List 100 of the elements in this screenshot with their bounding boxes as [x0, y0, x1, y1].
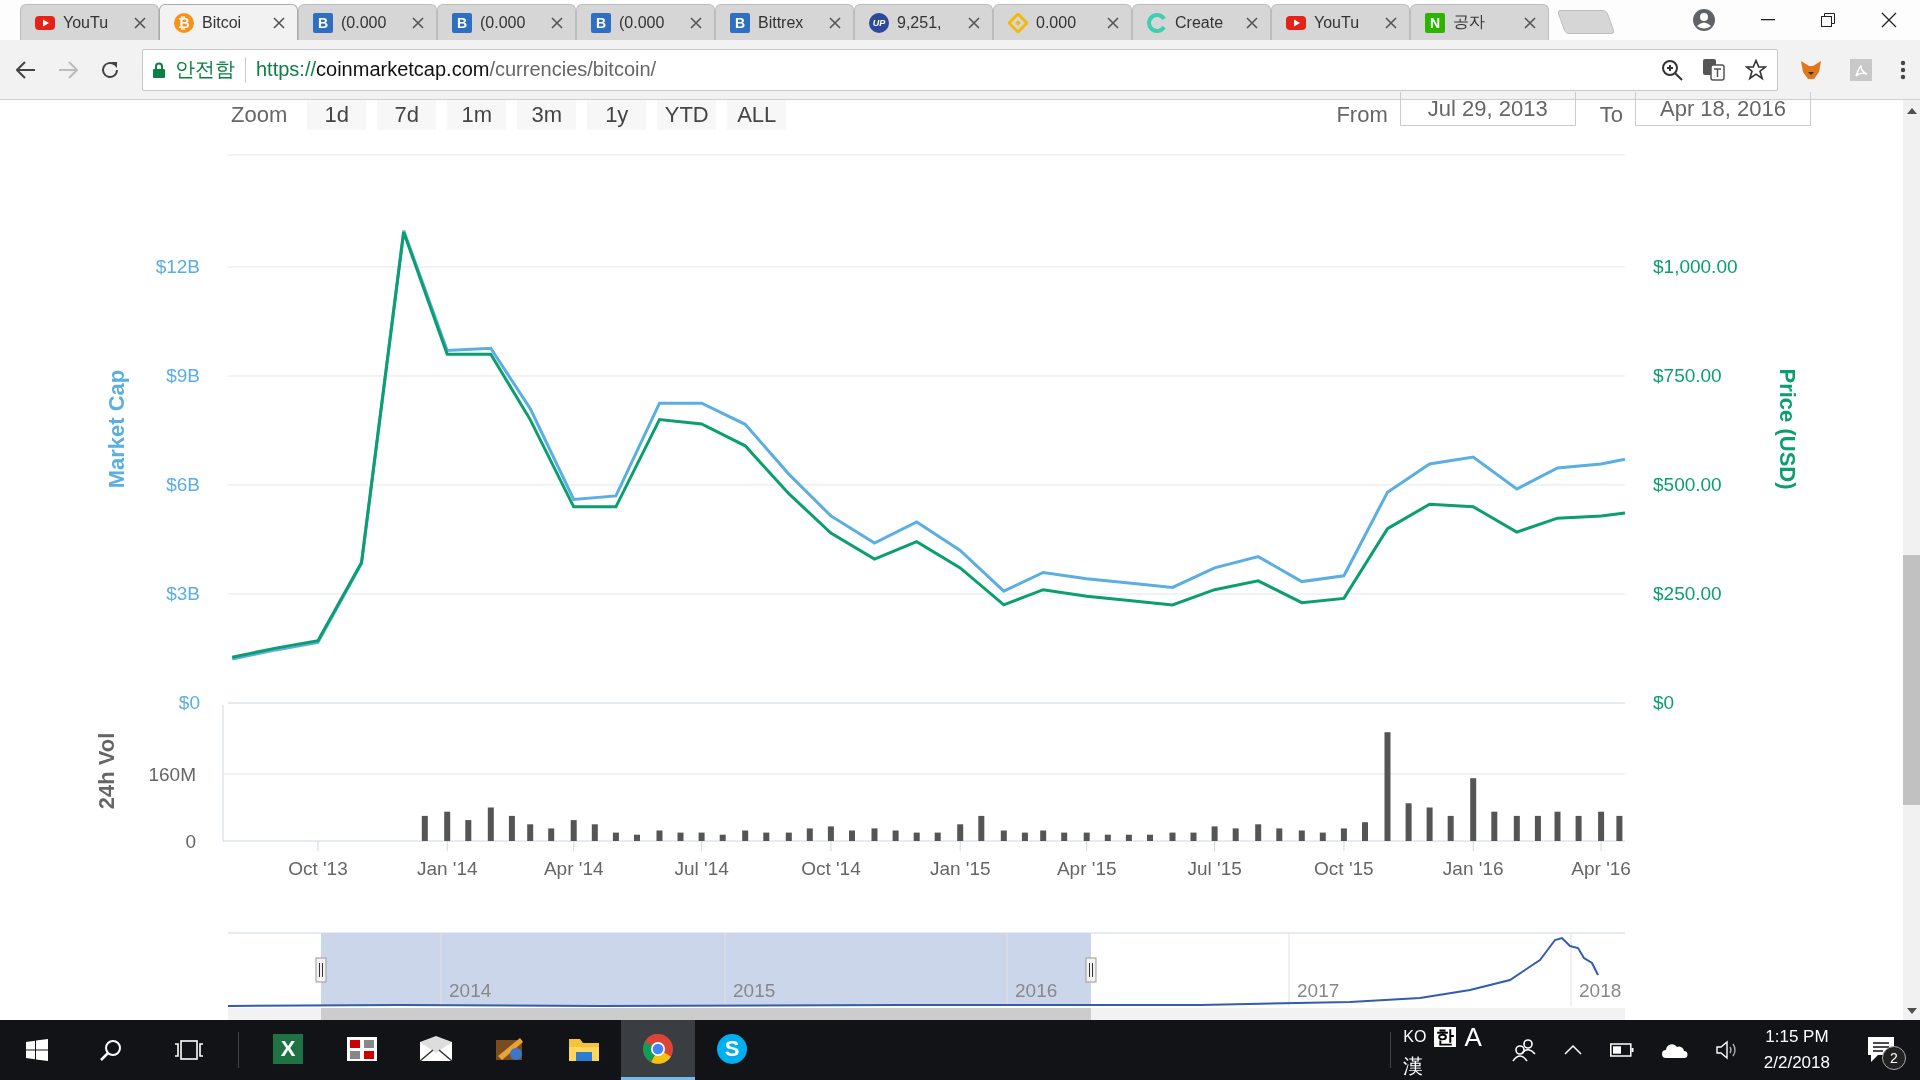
taskbar-app[interactable]: [621, 1020, 695, 1080]
volume-bar: [487, 807, 494, 841]
axis-label: 2016: [1015, 980, 1058, 1001]
axis-label: Oct '15: [1314, 858, 1374, 879]
chevron-up-icon[interactable]: [1563, 1045, 1582, 1055]
date-field[interactable]: Jul 29, 2013: [1399, 92, 1576, 126]
browser-tab[interactable]: YouTu: [1271, 4, 1410, 40]
date-field[interactable]: Apr 18, 2016: [1635, 92, 1811, 126]
axis-label: Jul '14: [674, 858, 729, 879]
up-arrow-icon[interactable]: [1906, 108, 1917, 114]
volume-bar: [1340, 828, 1347, 841]
star-icon[interactable]: [1745, 58, 1767, 81]
task-view-icon[interactable]: [174, 1039, 204, 1061]
browser-tab[interactable]: 0.000: [993, 4, 1132, 40]
down-arrow-icon[interactable]: [1906, 1008, 1917, 1014]
range-button[interactable]: 7d: [377, 100, 437, 130]
volume-bar: [1147, 834, 1153, 841]
navigator-scrollbar[interactable]: [228, 1008, 1625, 1020]
reload-icon[interactable]: [100, 59, 120, 80]
back-icon[interactable]: [16, 60, 36, 79]
letter-icon: B: [730, 12, 750, 33]
from-label: From: [1336, 102, 1388, 128]
width-mode[interactable]: A: [1464, 1024, 1482, 1050]
hanja-mode[interactable]: 漢: [1403, 1056, 1427, 1076]
browser-tab[interactable]: B (0.000: [298, 4, 437, 40]
menu-icon[interactable]: [1900, 59, 1906, 80]
spreadsheet-icon: X: [273, 1033, 303, 1064]
volume-bar: [465, 820, 472, 841]
volume-bar: [634, 834, 640, 841]
range-button[interactable]: ALL: [727, 100, 787, 130]
app-icon: [347, 1034, 377, 1063]
range-button[interactable]: 1y: [587, 100, 647, 130]
close-icon[interactable]: [273, 16, 285, 29]
volume-bar: [444, 811, 451, 841]
ring-icon: [1147, 12, 1167, 33]
lock-icon: [153, 61, 165, 78]
axis-label: Jan '15: [929, 858, 991, 879]
axis-label: $750.00: [1653, 365, 1722, 387]
browser-tab[interactable]: Create: [1132, 4, 1271, 40]
close-icon[interactable]: [1881, 12, 1897, 28]
coin-icon: ₿: [174, 12, 194, 33]
clock-time[interactable]: 1:15 PM: [1765, 1027, 1829, 1047]
browser-tab[interactable]: N 공자: [1410, 4, 1549, 40]
fox-icon[interactable]: [1800, 59, 1822, 80]
range-button[interactable]: YTD: [657, 100, 717, 130]
scrollbar[interactable]: [1903, 100, 1920, 1020]
range-handle[interactable]: [1085, 957, 1097, 983]
volume-bar: [698, 832, 705, 841]
profile-icon[interactable]: [1693, 9, 1715, 31]
zoom-icon[interactable]: [1661, 58, 1683, 81]
search-icon[interactable]: [100, 1039, 122, 1061]
volume-bar: [1405, 803, 1412, 841]
url-text: https://coinmarketcap.com/currencies/bitcoin/: [256, 58, 658, 81]
volume-bar: [719, 834, 726, 841]
browser-tab[interactable]: B (0.000: [576, 4, 715, 40]
people-icon[interactable]: [1511, 1038, 1536, 1062]
browser-tab[interactable]: YouTu: [20, 4, 159, 40]
address-field[interactable]: 안전함 https://coinmarketcap.com/currencies/bitcoin/: [142, 48, 1778, 91]
browser-tab[interactable]: ₿ Bitcoi: [159, 4, 298, 40]
volume-bar: [1513, 815, 1520, 841]
language-indicator[interactable]: KO: [1403, 1029, 1427, 1045]
axis-label: $6B: [166, 473, 200, 495]
axis-label: $1,000.00: [1653, 256, 1738, 278]
browser-icon: [642, 1032, 674, 1065]
volume-bar: [806, 828, 813, 841]
scroll-thumb[interactable]: [1903, 555, 1920, 805]
cloud-icon[interactable]: [1661, 1042, 1688, 1058]
letter-icon: B: [313, 12, 333, 33]
translate-icon[interactable]: [1703, 58, 1725, 81]
range-handle[interactable]: [315, 957, 327, 983]
video-icon: [35, 14, 55, 31]
start-icon[interactable]: [26, 1039, 48, 1061]
minimize-icon[interactable]: [1761, 19, 1775, 21]
axis-title: 24h Vol: [94, 732, 119, 810]
axis-label: Jan '14: [416, 858, 478, 879]
axis-label: $0: [1653, 692, 1675, 713]
range-button[interactable]: 1m: [447, 100, 507, 130]
range-button[interactable]: 1d: [307, 100, 367, 130]
volume-bar: [785, 832, 792, 841]
volume-bar: [1190, 832, 1197, 841]
clock-date[interactable]: 2/2/2018: [1763, 1053, 1830, 1073]
volume-bar: [508, 815, 515, 841]
taskbar-app[interactable]: X: [251, 1020, 325, 1080]
volume-bar: [1169, 832, 1176, 841]
axis-label: Jul '15: [1187, 858, 1242, 879]
axis-label: Oct '14: [801, 858, 861, 879]
battery-icon[interactable]: [1609, 1043, 1634, 1057]
volume-bar: [978, 815, 985, 841]
browser-tab[interactable]: UP 9,251,: [854, 4, 993, 40]
restore-icon[interactable]: [1821, 13, 1835, 27]
volume-bar: [827, 826, 834, 841]
axis-label: $0: [178, 692, 200, 713]
volume-bar: [1319, 832, 1326, 841]
volume-bar: [1125, 834, 1132, 841]
browser-tab[interactable]: B Bittrex: [715, 4, 854, 40]
browser-tab[interactable]: B (0.000: [437, 4, 576, 40]
volume-bar: [1447, 815, 1454, 841]
to-label: To: [1599, 102, 1623, 128]
range-button[interactable]: 3m: [517, 100, 577, 130]
input-mode[interactable]: 한: [1434, 1027, 1457, 1047]
